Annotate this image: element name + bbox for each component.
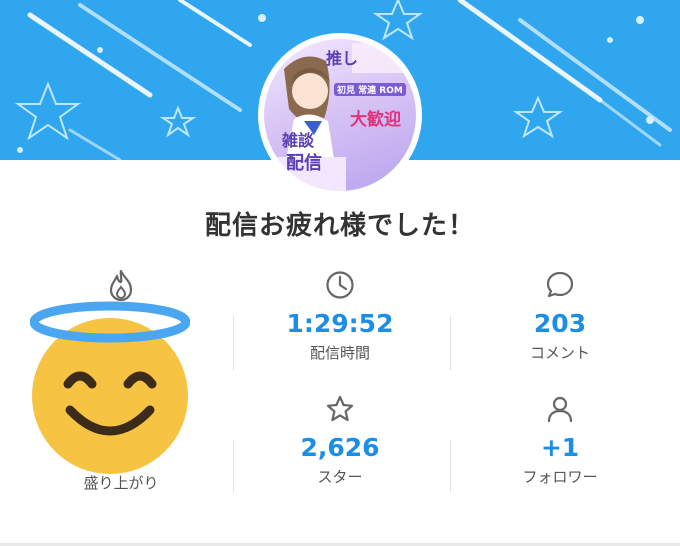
stat-stars-label: スター (317, 468, 363, 486)
divider (450, 316, 451, 370)
stat-stars-value: 2,626 (300, 433, 380, 462)
clock-icon (227, 268, 453, 302)
person-icon (447, 392, 673, 426)
star-icon (227, 392, 453, 426)
page-title: 配信お疲れ様でした！ (204, 211, 475, 241)
avatar[interactable]: 推し 初見 常連 ROM 大歓迎 雑談 配信 (258, 33, 422, 197)
smiling-face-with-halo-icon (29, 300, 191, 478)
stat-duration-label: 配信時間 (309, 344, 370, 362)
divider (233, 440, 234, 492)
avatar-text-line3: 大歓迎 (350, 110, 401, 130)
stat-excitement (8, 268, 234, 302)
avatar-text-line1: 推し (326, 49, 359, 68)
avatar-text-line4: 雑談 (282, 131, 315, 150)
stat-duration: 1:29:52 配信時間 (227, 268, 453, 363)
stat-duration-value: 1:29:52 (286, 309, 394, 338)
flame-icon (8, 268, 234, 302)
stat-comments: 203 コメント (447, 268, 673, 363)
stat-comments-label: コメント (529, 344, 590, 362)
avatar-image: 推し 初見 常連 ROM 大歓迎 雑談 配信 (264, 39, 416, 191)
stat-stars: 2,626 スター (227, 392, 453, 487)
comment-icon (447, 268, 673, 302)
avatar-text-line5: 配信 (286, 153, 322, 174)
divider (450, 440, 451, 492)
stat-followers: +1 フォロワー (447, 392, 673, 487)
stat-comments-value: 203 (533, 309, 587, 338)
stat-followers-label: フォロワー (522, 468, 598, 486)
stat-followers-value: +1 (540, 433, 580, 462)
avatar-text-line2: 初見 常連 ROM (334, 83, 406, 96)
divider (233, 316, 234, 370)
